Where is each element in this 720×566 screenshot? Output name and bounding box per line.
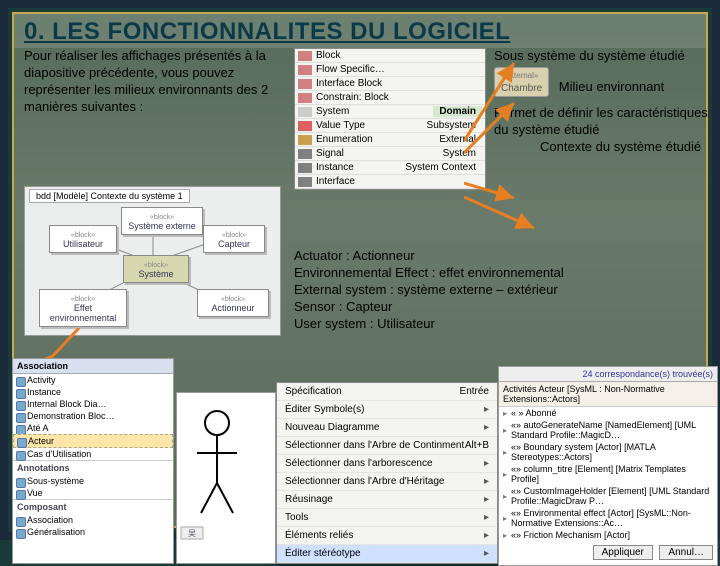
list-item[interactable]: «» CustomImageHolder [Element] [UML Stan… bbox=[499, 485, 717, 507]
tree-item[interactable]: Instance bbox=[13, 386, 173, 398]
actor-preview-panel: 吴 bbox=[176, 392, 276, 564]
chambre-chip: «external» Chambre bbox=[494, 67, 549, 97]
menu-item[interactable]: Éditer Symbole(s) bbox=[277, 401, 497, 419]
panel-search-count: 24 correspondance(s) trouvée(s) bbox=[499, 367, 717, 382]
tree-item[interactable]: Até A bbox=[13, 422, 173, 434]
panel-filter-bar[interactable]: Activités Acteur [SysML : Non-Normative … bbox=[499, 382, 717, 407]
palette-item[interactable]: Signal System bbox=[295, 147, 485, 161]
panel-header: Association bbox=[13, 359, 173, 374]
palette-item[interactable]: Flow Specific… bbox=[295, 63, 485, 77]
list-item[interactable]: «» column_titre [Element] [Matrix Templa… bbox=[499, 463, 717, 485]
tree-item[interactable]: Internal Block Dia… bbox=[13, 398, 173, 410]
palette-item[interactable]: Block bbox=[295, 49, 485, 63]
glossary-line: External system : système externe – exté… bbox=[294, 282, 714, 299]
palette-panel: Block Flow Specific… Interface Block Con… bbox=[294, 48, 486, 190]
slide-frame: 0. LES FONCTIONNALITES DU LOGICIEL Pour … bbox=[12, 12, 708, 528]
list-item[interactable]: «» Boundary system [Actor] [MATLA Stereo… bbox=[499, 441, 717, 463]
menu-item[interactable]: Sélectionner dans l'Arbre de ContinmentA… bbox=[277, 437, 497, 455]
glossary-line: Actuator : Actionneur bbox=[294, 248, 714, 265]
tree-item[interactable]: Sous-système bbox=[13, 475, 173, 487]
glossary-line: Sensor : Capteur bbox=[294, 299, 714, 316]
menu-item[interactable]: Nouveau Diagramme bbox=[277, 419, 497, 437]
list-item[interactable]: «» Environmental effect [Actor] [SysML::… bbox=[499, 507, 717, 529]
glossary-line: Environnemental Effect : effet environne… bbox=[294, 265, 714, 282]
palette-item[interactable]: Interface bbox=[295, 175, 485, 189]
bdd-diagram: bdd [Modèle] Contexte du système 1 «bloc… bbox=[24, 186, 281, 336]
right-line-1: Sous système du système étudié bbox=[494, 48, 719, 65]
right-column: Sous système du système étudié «external… bbox=[494, 48, 719, 156]
palette-tree-panel: Association Activity Instance Internal B… bbox=[12, 358, 174, 564]
tree-group: Composant bbox=[13, 499, 173, 514]
apply-button[interactable]: Appliquer bbox=[593, 545, 653, 560]
tree-group: Annotations bbox=[13, 460, 173, 475]
tree-item[interactable]: Généralisation bbox=[13, 526, 173, 538]
stereotype-panel: 24 correspondance(s) trouvée(s) Activité… bbox=[498, 366, 718, 566]
tree-item[interactable]: Vue bbox=[13, 487, 173, 499]
list-item[interactable]: «» Friction Mechanism [Actor] bbox=[499, 529, 717, 541]
menu-item[interactable]: Sélectionner dans l'Arbre d'Héritage bbox=[277, 473, 497, 491]
menu-item[interactable]: Éléments reliés bbox=[277, 527, 497, 545]
tree-item[interactable]: Activity bbox=[13, 374, 173, 386]
content-area: Pour réaliser les affichages présentés à… bbox=[14, 48, 706, 56]
palette-item[interactable]: System Domain bbox=[295, 105, 485, 119]
tree-item[interactable]: Demonstration Bloc… bbox=[13, 410, 173, 422]
context-menu: SpécificationEntrée Éditer Symbole(s) No… bbox=[276, 382, 498, 564]
menu-item[interactable]: Tools bbox=[277, 509, 497, 527]
glossary: Actuator : Actionneur Environnemental Ef… bbox=[294, 248, 714, 332]
right-line-2: Milieu environnant bbox=[559, 79, 665, 94]
tree-item[interactable]: Cas d'Utilisation bbox=[13, 448, 173, 460]
tree-item-selected[interactable]: Acteur bbox=[13, 434, 173, 448]
palette-item[interactable]: Interface Block bbox=[295, 77, 485, 91]
glossary-line: User system : Utilisateur bbox=[294, 316, 714, 333]
slide-title: 0. LES FONCTIONNALITES DU LOGICIEL bbox=[14, 14, 706, 48]
intro-text: Pour réaliser les affichages présentés à… bbox=[24, 48, 284, 116]
svg-text:吴: 吴 bbox=[188, 529, 196, 538]
menu-item[interactable]: SpécificationEntrée bbox=[277, 383, 497, 401]
list-item[interactable]: «» autoGenerateName [NamedElement] [UML … bbox=[499, 419, 717, 441]
right-line-3: Permet de définir les caractéristiques d… bbox=[494, 105, 719, 139]
list-item[interactable]: « » Abonné bbox=[499, 407, 717, 419]
cancel-button[interactable]: Annul… bbox=[659, 545, 713, 560]
palette-item[interactable]: Value Type Subsystem bbox=[295, 119, 485, 133]
palette-item[interactable]: Constrain: Block bbox=[295, 91, 485, 105]
menu-item-highlighted[interactable]: Éditer stéréotype bbox=[277, 545, 497, 563]
palette-item[interactable]: Instance System Context bbox=[295, 161, 485, 175]
menu-item[interactable]: Réusinage bbox=[277, 491, 497, 509]
palette-item[interactable]: Enumeration External bbox=[295, 133, 485, 147]
menu-item[interactable]: Sélectionner dans l'arborescence bbox=[277, 455, 497, 473]
tree-item[interactable]: Association bbox=[13, 514, 173, 526]
right-line-4: Contexte du système étudié bbox=[540, 139, 719, 156]
